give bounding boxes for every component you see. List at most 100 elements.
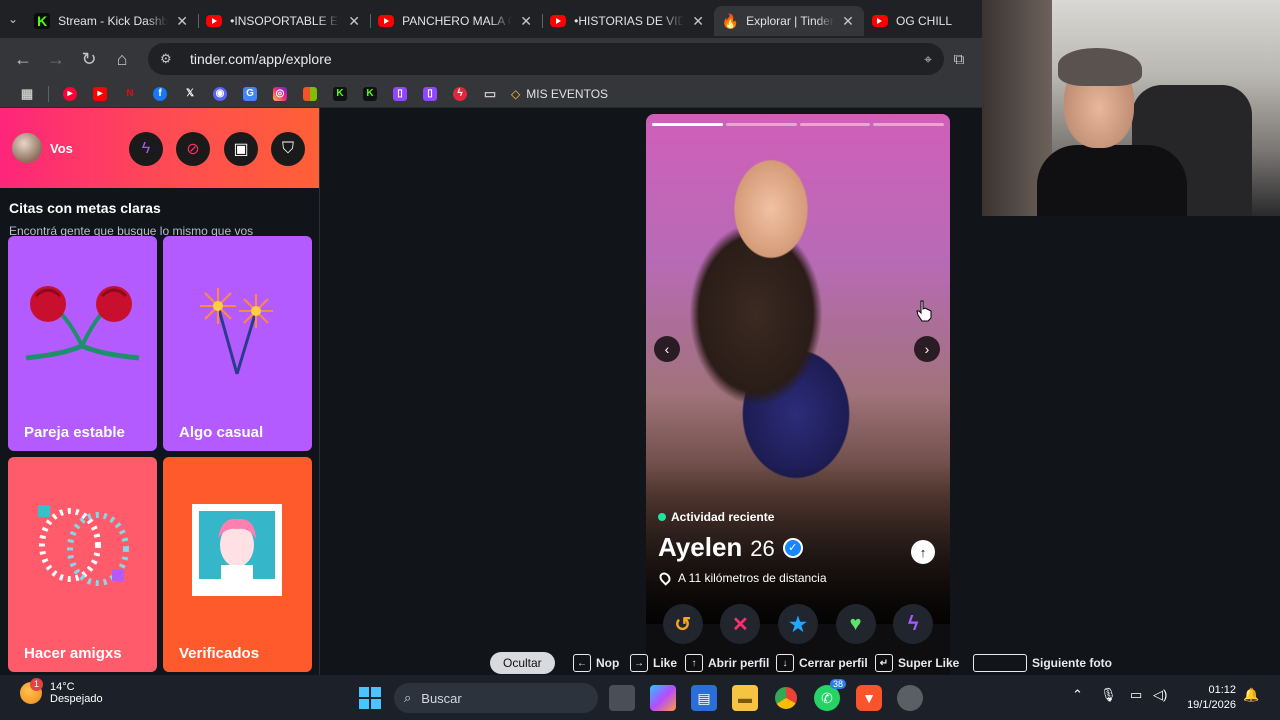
- bookmark-twitch-icon[interactable]: ▯: [415, 83, 445, 105]
- bookmark-kick-icon[interactable]: K: [325, 83, 355, 105]
- youtube-icon: [206, 15, 223, 27]
- bookmark-instagram-icon[interactable]: ◎: [265, 83, 295, 105]
- bookmark-mis-eventos[interactable]: ◇ MIS EVENTOS: [511, 87, 608, 101]
- volume-icon[interactable]: ◁): [1153, 687, 1167, 703]
- apps-grid-icon[interactable]: ▦: [12, 83, 42, 105]
- tab-title: Stream - Kick Dashboard: [58, 14, 169, 28]
- brave-icon[interactable]: ▼: [856, 685, 882, 711]
- chrome-icon[interactable]: [773, 685, 799, 711]
- explore-compass-icon[interactable]: ⊘: [176, 132, 210, 166]
- bookmark-translate-icon[interactable]: G: [235, 83, 265, 105]
- superlike-button[interactable]: ★: [777, 604, 818, 644]
- taskbar-search[interactable]: ⌕ Buscar: [394, 683, 598, 713]
- safety-shield-icon[interactable]: ⛉: [271, 132, 305, 166]
- like-button[interactable]: ♥: [835, 604, 876, 644]
- bookmark-kick-icon[interactable]: K: [355, 83, 385, 105]
- bookmark-youtube-icon[interactable]: ▸: [85, 83, 115, 105]
- avatar[interactable]: [12, 133, 42, 163]
- close-icon[interactable]: ✕: [346, 13, 362, 30]
- rewind-button[interactable]: ↺: [662, 604, 703, 644]
- file-explorer-icon[interactable]: ▬: [732, 685, 758, 711]
- card-verificados[interactable]: Verificados: [163, 457, 312, 672]
- home-icon[interactable]: ⌂: [107, 44, 137, 74]
- bookmarks-bar: ▦ ▸ ▸ N f 𝕏 ◉ G ◎ K K ▯ ▯ ϟ ▭ ◇ MIS EVEN…: [0, 80, 982, 108]
- tab-youtube-2[interactable]: PANCHERO MALA ONDA ✕: [370, 6, 542, 36]
- windows-taskbar: 1 14°C Despejado ⌕ Buscar ▤ ▬ ✆ 38 ▼ ⌃ 🎙 …: [0, 675, 1280, 720]
- tray-overflow-icon[interactable]: ⌃: [1072, 687, 1083, 703]
- tab-kick-dashboard[interactable]: K Stream - Kick Dashboard ✕: [26, 6, 198, 36]
- forward-icon[interactable]: →: [41, 44, 71, 74]
- site-settings-icon[interactable]: ⚙: [160, 51, 178, 67]
- bookmark-folder-icon[interactable]: ▭: [475, 83, 505, 105]
- tab-youtube-1[interactable]: •INSOPORTABLE EN L ✕: [198, 6, 370, 36]
- nope-button[interactable]: ✕: [720, 604, 761, 644]
- photo-indicator: [873, 123, 944, 126]
- microphone-icon[interactable]: 🎙: [1100, 687, 1117, 703]
- down-arrow-key-icon: ↓: [776, 654, 794, 672]
- notifications-icon[interactable]: 🔔: [1243, 687, 1259, 703]
- search-icon: ⌕: [404, 690, 412, 705]
- tab-youtube-3[interactable]: •HISTORIAS DE VIDA ✕: [542, 6, 714, 36]
- reload-icon[interactable]: ↻: [74, 44, 104, 74]
- bookmark-facebook-icon[interactable]: f: [145, 83, 175, 105]
- search-placeholder: Buscar: [421, 690, 462, 706]
- profile-link[interactable]: Vos: [50, 141, 73, 156]
- bookmark-netflix-icon[interactable]: N: [115, 83, 145, 105]
- obs-icon[interactable]: [897, 685, 923, 711]
- address-bar[interactable]: ⚙ tinder.com/app/explore ⌖: [148, 43, 944, 75]
- taskbar-clock[interactable]: 01:12 19/1/2026: [1180, 683, 1236, 713]
- enter-key-icon: ↵: [875, 654, 893, 672]
- card-pareja-estable[interactable]: Pareja estable: [8, 236, 157, 451]
- hint-like: → Like: [630, 654, 677, 672]
- tab-title: PANCHERO MALA ONDA: [402, 14, 512, 28]
- weather-widget[interactable]: 1 14°C Despejado: [20, 678, 103, 705]
- hide-hints-button[interactable]: Ocultar: [490, 652, 555, 674]
- hint-label: Like: [653, 656, 678, 670]
- whatsapp-icon[interactable]: ✆ 38: [814, 679, 847, 711]
- location-pin-icon: [657, 570, 673, 586]
- friendship-bracelets-icon: [38, 505, 129, 586]
- whatsapp-badge: 38: [830, 679, 847, 689]
- hand-cursor-icon: [916, 300, 932, 322]
- task-view-icon[interactable]: [609, 685, 635, 711]
- bookmark-microsoft-icon[interactable]: [295, 83, 325, 105]
- bookmark-twitch-icon[interactable]: ▯: [385, 83, 415, 105]
- bookmark-discord-icon[interactable]: ◉: [205, 83, 235, 105]
- previous-photo-icon[interactable]: ‹: [654, 336, 680, 362]
- bookmark-x-icon[interactable]: 𝕏: [175, 83, 205, 105]
- close-icon[interactable]: ✕: [174, 13, 190, 30]
- copilot-icon[interactable]: [650, 685, 676, 711]
- card-algo-casual[interactable]: Algo casual: [163, 236, 312, 451]
- hint-label: Siguiente foto: [1032, 656, 1112, 670]
- profile-card[interactable]: ‹ › Actividad reciente Ayelen 26 ✓ ↑ A 1…: [646, 114, 950, 680]
- next-photo-icon[interactable]: ›: [914, 336, 940, 362]
- webcam-overlay: [982, 0, 1280, 216]
- bookmark-bolt-icon[interactable]: ϟ: [445, 83, 475, 105]
- boost-button[interactable]: ϟ: [893, 604, 934, 644]
- windows-start-icon[interactable]: [357, 685, 383, 711]
- close-icon[interactable]: ✕: [690, 13, 706, 30]
- open-profile-icon[interactable]: ↑: [911, 540, 935, 564]
- install-app-icon[interactable]: ⧉: [944, 51, 974, 68]
- card-hacer-amigxs[interactable]: Hacer amigxs: [8, 457, 157, 672]
- work-briefcase-icon[interactable]: ▣: [224, 132, 258, 166]
- location-icon[interactable]: ⌖: [924, 51, 932, 68]
- distance-text: A 11 kilómetros de distancia: [678, 571, 827, 585]
- kick-icon: K: [34, 13, 51, 29]
- microsoft-store-icon[interactable]: ▤: [691, 685, 717, 711]
- keyboard-hints-bar: Ocultar ← Nop → Like ↑ Abrir perfil ↓ Ce…: [0, 652, 1280, 676]
- tab-tinder-explore[interactable]: 🔥 Explorar | Tinder ✕: [714, 6, 864, 36]
- bookmark-music-icon[interactable]: ▸: [55, 83, 85, 105]
- tab-title: •INSOPORTABLE EN L: [230, 14, 340, 28]
- back-icon[interactable]: ←: [8, 44, 38, 74]
- photo-indicator: [799, 123, 871, 126]
- boost-icon[interactable]: ϟ: [129, 132, 163, 166]
- tab-youtube-4[interactable]: OG CHILL: [864, 6, 982, 36]
- close-icon[interactable]: ✕: [840, 13, 856, 30]
- close-icon[interactable]: ✕: [518, 13, 534, 30]
- action-buttons: ↺ ✕ ★ ♥ ϟ: [646, 604, 950, 644]
- network-icon[interactable]: ▭: [1130, 687, 1142, 703]
- url-text[interactable]: tinder.com/app/explore: [190, 51, 914, 67]
- section-title: Citas con metas claras: [9, 200, 161, 216]
- tab-search-icon[interactable]: ⌄: [0, 0, 26, 38]
